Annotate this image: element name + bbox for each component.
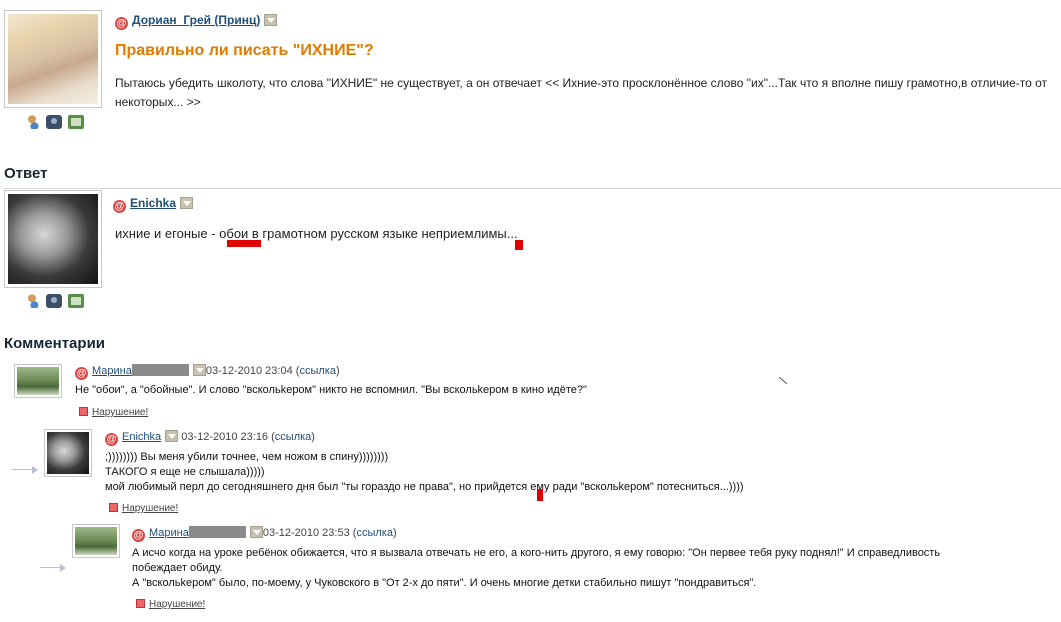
comment-meta: @ Enichka 03-12-2010 23:16 (ссылка)	[105, 430, 315, 446]
comment-text-line: ;)))))))) Вы меня убили точнее, чем ножо…	[105, 451, 389, 463]
comment-text-line: побеждает обиду.	[132, 562, 223, 574]
comment-text-line: А исчо когда на уроке ребёнок обижается,…	[132, 547, 941, 559]
violation-link[interactable]: Нарушение!	[92, 407, 148, 418]
avatar-photo	[17, 367, 59, 395]
highlight-mark	[515, 240, 523, 250]
at-icon: @	[132, 529, 145, 542]
comment-avatar[interactable]	[14, 364, 62, 398]
reply-arrow-icon	[12, 463, 38, 474]
question-author-actions	[24, 115, 84, 129]
warning-icon	[136, 599, 145, 608]
answer-author-line: @ Enichka	[113, 196, 194, 213]
comment-avatar[interactable]	[44, 429, 92, 477]
violation-link[interactable]: Нарушение!	[122, 503, 178, 514]
comment-date: 03-12-2010 23:16	[181, 431, 269, 443]
report-violation[interactable]: Нарушение!	[109, 500, 178, 514]
redacted-surname	[188, 526, 246, 538]
dropdown-icon[interactable]	[180, 197, 194, 209]
profile-icon[interactable]	[24, 294, 40, 308]
answer-divider	[4, 188, 1061, 189]
answer-section-title: Ответ	[4, 165, 48, 182]
answer-author-avatar[interactable]	[4, 190, 102, 288]
profile-icon[interactable]	[24, 115, 40, 129]
avatar-photo	[8, 194, 98, 284]
question-title: Правильно ли писать "ИХНИЕ"?	[115, 42, 374, 59]
comment-author-link[interactable]: Enichka	[122, 431, 161, 443]
photo-icon[interactable]	[46, 294, 62, 308]
redacted-surname	[131, 364, 189, 376]
comment-permalink[interactable]: ссылка	[299, 365, 336, 377]
question-author-link[interactable]: Дориан_Грей (Принц)	[132, 13, 260, 27]
video-icon[interactable]	[68, 294, 84, 308]
stray-mark	[778, 376, 788, 385]
comment-avatar[interactable]	[72, 524, 120, 558]
at-icon: @	[115, 17, 128, 30]
warning-icon	[79, 407, 88, 416]
comment-date: 03-12-2010 23:53	[262, 527, 350, 539]
question-author-avatar[interactable]	[4, 10, 102, 108]
comment-text-line: ТАКОГО я еще не слышала)))))	[105, 466, 265, 478]
avatar-photo	[75, 527, 117, 555]
dropdown-icon[interactable]	[249, 526, 263, 538]
comment-permalink[interactable]: ссылка	[275, 431, 312, 443]
question-text: Пытаюсь убедить школоту, что слова "ИХНИ…	[115, 76, 1048, 109]
dropdown-icon[interactable]	[192, 364, 206, 376]
comment-author-link[interactable]: Марина	[149, 527, 189, 539]
comment-text-line: А "вскольkером" было, по-моему, у Чуковс…	[132, 577, 757, 589]
highlight-mark	[537, 489, 543, 501]
dropdown-icon[interactable]	[264, 14, 278, 26]
report-violation[interactable]: Нарушение!	[136, 596, 205, 610]
photo-icon[interactable]	[46, 115, 62, 129]
highlight-mark	[227, 240, 261, 247]
dropdown-icon[interactable]	[165, 430, 179, 442]
video-icon[interactable]	[68, 115, 84, 129]
comment-text: Не "обои", а "обойные". И слово "вскольk…	[75, 384, 587, 396]
comment-permalink[interactable]: ссылка	[356, 527, 393, 539]
comments-section-title: Комментарии	[4, 335, 106, 352]
comment-author-link[interactable]: Марина	[92, 365, 132, 377]
comment-text-line: мой любимый перл до сегодняшнего дня был…	[105, 481, 744, 493]
warning-icon	[109, 503, 118, 512]
comment-meta: @ Марина 03-12-2010 23:04 (ссылка)	[75, 364, 340, 380]
avatar-photo	[47, 432, 89, 474]
answer-text: ихние и егоные - обои в грамотном русско…	[115, 226, 518, 241]
answer-author-link[interactable]: Enichka	[130, 196, 176, 210]
comment-date: 03-12-2010 23:04	[205, 365, 293, 377]
reply-arrow-icon	[40, 561, 66, 572]
violation-link[interactable]: Нарушение!	[149, 599, 205, 610]
avatar-photo	[8, 14, 98, 104]
answer-author-actions	[24, 294, 84, 308]
at-icon: @	[113, 200, 126, 213]
at-icon: @	[105, 433, 118, 446]
comment-meta: @ Марина 03-12-2010 23:53 (ссылка)	[132, 526, 397, 542]
question-author-line: @ Дориан_Грей (Принц)	[115, 13, 278, 30]
report-violation[interactable]: Нарушение!	[79, 404, 148, 418]
at-icon: @	[75, 367, 88, 380]
